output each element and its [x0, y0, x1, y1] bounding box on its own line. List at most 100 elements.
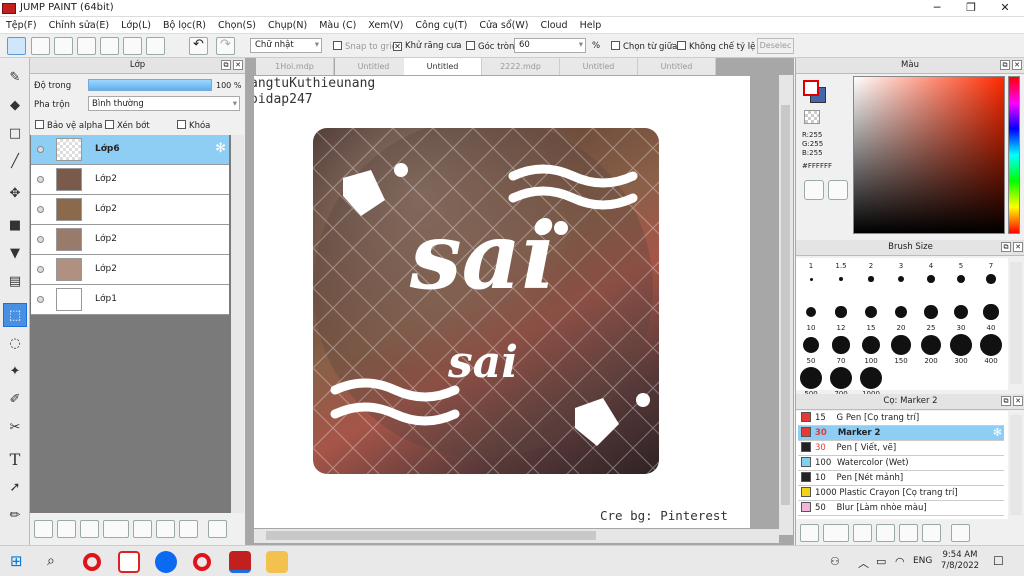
add-layer-menu-icon[interactable]	[103, 520, 129, 538]
brush-add-icon[interactable]	[800, 524, 819, 542]
canvas-vscrollbar[interactable]	[779, 75, 793, 535]
restore-button[interactable]: ❐	[954, 0, 988, 17]
brush-menu-icon[interactable]	[823, 524, 849, 542]
brush-list-scrollbar[interactable]	[1010, 415, 1022, 515]
doc-tab[interactable]: 1Hoi.mdp	[256, 58, 334, 75]
brush-item[interactable]: 30 Pen [ Viết, vẽ]	[798, 441, 1004, 456]
new-8bit-layer-icon[interactable]	[57, 520, 76, 538]
line-tool-icon[interactable]: ╱	[3, 149, 27, 173]
eyedropper-tool-icon[interactable]: ✏	[3, 503, 27, 527]
hue-slider[interactable]	[1008, 76, 1020, 234]
file-explorer-icon[interactable]	[266, 551, 288, 573]
brush-size-dot[interactable]	[953, 304, 969, 320]
foreground-color-swatch[interactable]	[803, 80, 819, 96]
text-tool-icon[interactable]: T	[3, 447, 27, 471]
brush-item[interactable]: 15 G Pen [Cọ trang trí]	[798, 411, 1004, 426]
menu-select[interactable]: Chọn(S)	[212, 17, 262, 33]
brush-item[interactable]: 10 Pen [Nét mảnh]	[798, 471, 1004, 486]
brush-size-dot[interactable]	[868, 276, 874, 282]
menu-edit[interactable]: Chỉnh sửa(E)	[43, 17, 116, 33]
speech-bubble-icon[interactable]	[54, 37, 73, 55]
brush-size-dot[interactable]	[800, 367, 822, 389]
doc-tab[interactable]: Untitled	[335, 58, 413, 75]
brush-size-dot[interactable]	[983, 304, 999, 320]
layer-row[interactable]: Lớp1	[31, 285, 229, 315]
folder-icon[interactable]	[133, 520, 152, 538]
merge-layer-icon[interactable]	[179, 520, 198, 538]
menu-layer[interactable]: Lớp(L)	[115, 17, 157, 33]
chevron-up-icon[interactable]: ︿	[858, 555, 869, 571]
menu-window[interactable]: Cửa sổ(W)	[473, 17, 534, 33]
undock-icon[interactable]: ⧉	[1001, 242, 1011, 252]
select-middle-option[interactable]: Chọn từ giữa	[611, 41, 677, 52]
list-icon[interactable]	[123, 37, 142, 55]
eraser-tool-icon[interactable]: ◆	[3, 93, 27, 117]
snap-to-grid-option[interactable]: Snap to grid	[333, 41, 397, 52]
select-eraser-tool-icon[interactable]: ✂	[3, 415, 27, 439]
new-layer-icon[interactable]	[34, 520, 53, 538]
brush-item[interactable]: 100 Watercolor (Wet)	[798, 456, 1004, 471]
no-ratio-checkbox[interactable]	[677, 41, 686, 50]
select-middle-checkbox[interactable]	[611, 41, 620, 50]
brush-size-dot[interactable]	[861, 335, 881, 355]
comment-icon[interactable]	[77, 37, 96, 55]
opera-gx-icon[interactable]	[193, 553, 211, 571]
app-icon[interactable]	[118, 551, 140, 573]
round-corner-checkbox[interactable]	[466, 41, 475, 50]
redo-icon[interactable]: ↷	[216, 37, 235, 55]
magic-wand-tool-icon[interactable]: ✦	[3, 359, 27, 383]
notification-icon[interactable]: ☐	[993, 554, 1004, 568]
visibility-icon[interactable]	[37, 146, 44, 153]
menu-tools[interactable]: Công cụ(T)	[409, 17, 473, 33]
visibility-icon[interactable]	[37, 206, 44, 213]
close-panel-icon[interactable]: ✕	[1013, 242, 1023, 252]
palette-icon[interactable]	[804, 180, 824, 200]
visibility-icon[interactable]	[37, 236, 44, 243]
menu-filter[interactable]: Bộ lọc(R)	[157, 17, 212, 33]
move-tool-icon[interactable]: ✥	[3, 181, 27, 205]
round-corner-option[interactable]: Góc tròn	[466, 41, 514, 52]
clipping-option[interactable]: Xén bớt	[105, 120, 150, 131]
undock-icon[interactable]: ⧉	[1000, 60, 1010, 70]
brush-size-dot[interactable]	[956, 274, 966, 284]
transparent-swatch[interactable]	[804, 110, 820, 124]
close-panel-icon[interactable]: ✕	[1013, 396, 1023, 406]
deselect-button[interactable]: Deselec	[757, 38, 794, 54]
doc-tab[interactable]: 2222.mdp	[482, 58, 560, 75]
vscroll-thumb[interactable]	[781, 105, 790, 505]
select-pen-tool-icon[interactable]: ✐	[3, 387, 27, 411]
navigate-tool-icon[interactable]: ➚	[3, 475, 27, 499]
brush-size-dot[interactable]	[803, 337, 819, 353]
snap-checkbox[interactable]	[333, 41, 342, 50]
brush-size-dot[interactable]	[950, 334, 972, 356]
visibility-icon[interactable]	[37, 176, 44, 183]
menu-cloud[interactable]: Cloud	[534, 17, 573, 33]
layer-row[interactable]: Lớp2	[31, 225, 229, 255]
brush-size-scrollbar[interactable]	[1010, 262, 1022, 384]
brush-page-icon[interactable]	[853, 524, 872, 542]
layer-row[interactable]: Lớp2	[31, 255, 229, 285]
grid-icon[interactable]	[146, 37, 165, 55]
layer-row[interactable]: Lớp6 ✻	[31, 135, 229, 165]
battery-icon[interactable]: ▭	[876, 555, 886, 568]
duplicate-layer-icon[interactable]	[156, 520, 175, 538]
rect-tool-icon[interactable]: □	[3, 121, 27, 145]
color-picker-square[interactable]	[853, 76, 1005, 234]
undock-icon[interactable]: ⧉	[221, 60, 231, 70]
duplicate-icon[interactable]	[922, 524, 941, 542]
visibility-icon[interactable]	[37, 296, 44, 303]
undo-icon[interactable]: ↶	[189, 37, 208, 55]
sync-icon[interactable]	[7, 37, 26, 55]
trash-icon[interactable]	[208, 520, 227, 538]
brush-size-dot[interactable]	[805, 306, 817, 318]
fill-rect-tool-icon[interactable]: ■	[3, 213, 27, 237]
brush-item-selected[interactable]: 30 Marker 2 ✻	[798, 426, 1004, 441]
lock-checkbox[interactable]	[177, 120, 186, 129]
brush-size-dot[interactable]	[830, 367, 852, 389]
zalo-icon[interactable]	[155, 551, 177, 573]
trash-icon[interactable]	[951, 524, 970, 542]
lock-option[interactable]: Khóa	[177, 120, 210, 131]
protect-alpha-option[interactable]: Bảo vệ alpha	[35, 120, 102, 131]
menu-color[interactable]: Màu (C)	[313, 17, 362, 33]
jump-paint-taskbar-icon[interactable]	[229, 551, 251, 573]
